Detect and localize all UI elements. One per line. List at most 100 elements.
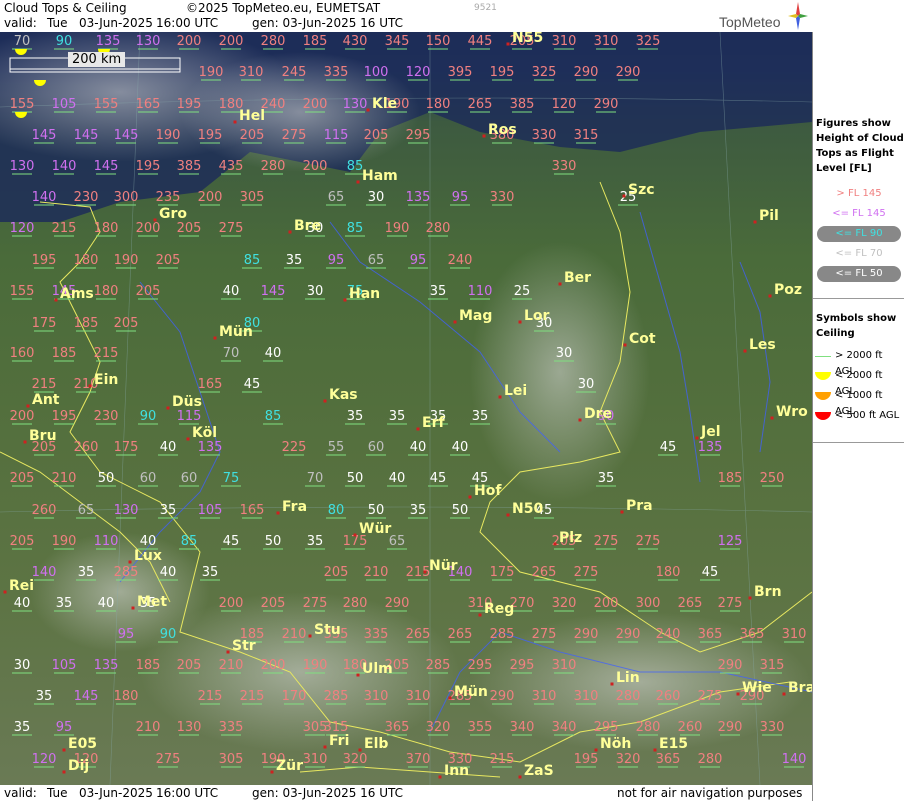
cloud-top-label: 120 [406,65,431,80]
cloud-top-label: 310 [552,34,577,49]
cloud-top-label: 35 [430,284,447,299]
cloud-top-label: 295 [594,720,619,735]
cloud-top-label: 130 [177,720,202,735]
topmeteo-logo[interactable]: TopMeteo [719,0,904,32]
cloud-top-label: 320 [426,720,451,735]
cloud-top-label: 395 [448,65,473,80]
cloud-top-label: 200 [198,190,223,205]
legend-level-item: <= FL 70 [835,248,883,259]
legend-heights-line-3: Tops as Flight [816,148,894,159]
cloud-top-label: 50 [452,503,469,518]
legend-symbol-item: < 1000 ft AGL [815,388,903,417]
city-dot [128,560,132,564]
cloud-top-label: 45 [244,377,261,392]
cloud-top-label: 135 [96,34,121,49]
legend-symbol-mark [815,356,831,357]
city-label: Dij [68,758,89,774]
city-dot [343,298,347,302]
city-label: N55 [512,32,543,46]
cloud-top-label: 190 [114,253,139,268]
cloud-top-label: 180 [94,284,119,299]
cloud-top-label: 275 [574,565,599,580]
city-label: Han [349,286,380,302]
cloud-top-label: 190 [156,128,181,143]
footer-valid-day: Tue [47,786,68,800]
city-dot [553,542,557,546]
cloud-top-label: 185 [74,316,99,331]
cloud-top-label: 175 [114,440,139,455]
cloud-top-label: 200 [303,159,328,174]
city-dot [323,399,327,403]
cloud-top-label: 385 [510,97,535,112]
cloud-top-label: 140 [782,752,807,767]
cloud-top-label: 175 [32,316,57,331]
cloud-top-label: 35 [56,596,73,611]
cloud-top-label: 195 [136,159,161,174]
cloud-top-label: 185 [52,346,77,361]
cloud-top-label: 200 [10,409,35,424]
cloud-top-label: 215 [406,565,431,580]
city-label: Fri [329,733,349,749]
cloud-top-label: 295 [510,658,535,673]
cloud-top-label: 200 [303,97,328,112]
cloud-top-label: 35 [389,409,406,424]
legend-heights-line-2: Height of Cloud [816,133,904,144]
cloud-top-label: 135 [198,440,223,455]
chart-title: Cloud Tops & Ceiling [4,1,127,15]
cloud-top-label: 130 [114,503,139,518]
legend-symbols-title: Symbols show Ceiling [816,311,896,341]
cloud-top-label: 245 [282,65,307,80]
city-label: E15 [659,736,688,752]
cloud-top-label: 35 [410,503,427,518]
cloud-top-label: 285 [490,627,515,642]
valid-label: valid: [4,16,37,30]
cloud-top-label: 130 [136,34,161,49]
cloud-top-label: 200 [219,34,244,49]
cloud-top-label: 330 [532,128,557,143]
cloud-top-label: 115 [177,409,202,424]
cloud-top-label: 145 [74,128,99,143]
city-label: Ams [60,286,94,302]
cloud-top-label: 70 [307,471,324,486]
cloud-top-label: 90 [160,627,177,642]
cloud-top-label: 90 [56,34,73,49]
cloud-top-label: 40 [389,471,406,486]
cloud-top-label: 190 [303,658,328,673]
cloud-top-label: 295 [406,128,431,143]
cloud-top-label: 320 [616,752,641,767]
city-dot [506,513,510,517]
legend-heights-line-4: Level [FL] [816,163,872,174]
cloud-top-label: 260 [656,689,681,704]
cloud-top-label: 85 [181,534,198,549]
cloud-top-label: 145 [74,689,99,704]
cloud-top-label: 80 [328,503,345,518]
cloud-top-label: 165 [198,377,223,392]
cloud-top-label: 40 [140,534,157,549]
cloud-top-label: 60 [368,440,385,455]
cloud-top-label: 185 [136,658,161,673]
city-label: Düs [172,394,202,410]
city-dot [594,748,598,752]
city-label: Brn [754,584,782,600]
cloud-top-label: 35 [472,409,489,424]
cloud-top-label: 345 [385,34,410,49]
cloud-top-label: 65 [368,253,385,268]
city-label: Elb [364,736,388,752]
city-label: Les [749,337,776,353]
city-label: Hof [474,483,502,499]
disclaimer-text: not for air navigation purposes [617,786,803,800]
cloud-top-label: 340 [552,720,577,735]
city-dot [743,349,747,353]
satellite-map[interactable]: 70 90 135 130 200 200 280 185 430 345 150 445 205 310… [0,32,812,785]
city-label: Nöh [600,736,631,752]
cloud-top-label: 370 [406,752,431,767]
legend-symbols-line-2: Ceiling [816,328,855,339]
cloud-top-label: 210 [136,720,161,735]
logo-text: TopMeteo [719,14,781,30]
cloud-top-label: 195 [574,752,599,767]
cloud-top-label: 335 [219,720,244,735]
city-label: Bre [294,218,321,234]
cloud-top-label: 195 [198,128,223,143]
city-label: Mün [454,684,488,700]
city-dot [416,427,420,431]
